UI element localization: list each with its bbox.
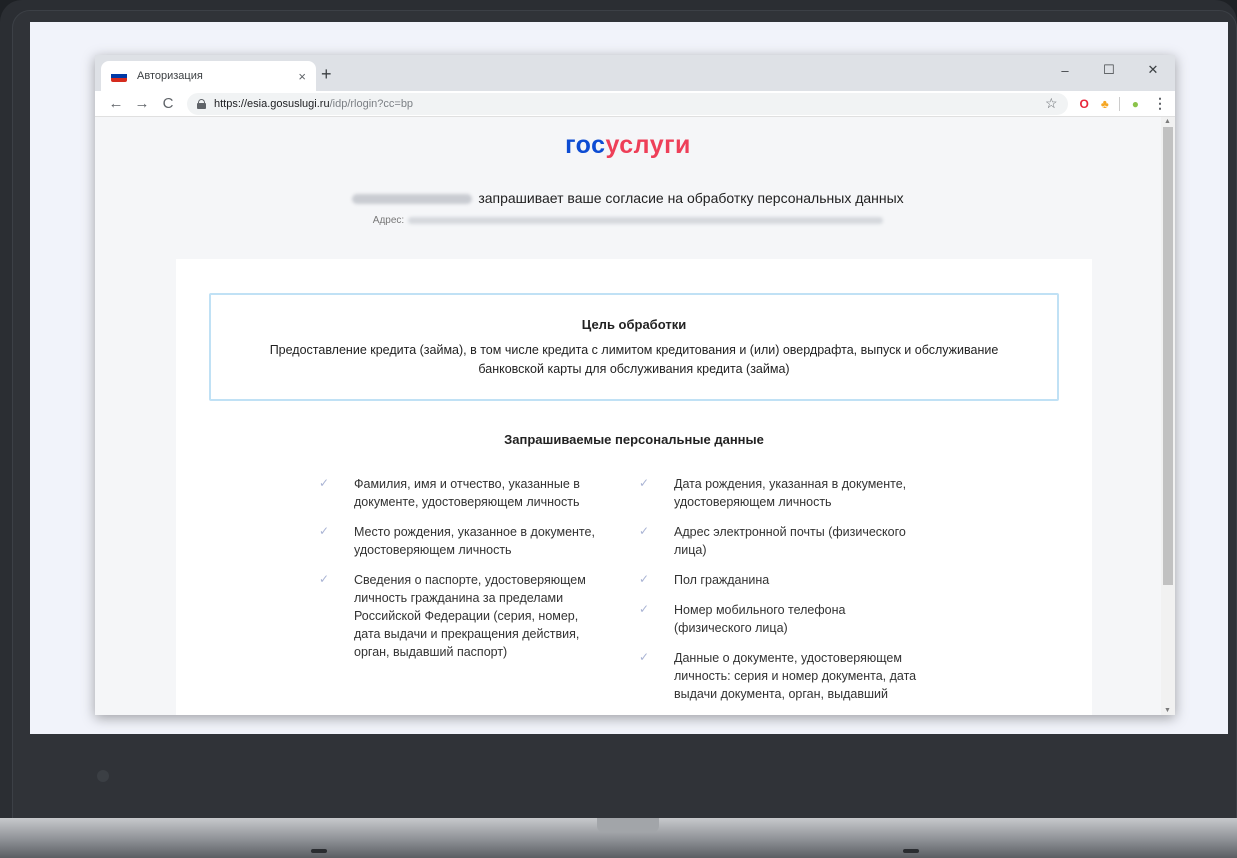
list-item: ✓ Фамилия, имя и отчество, указанные в д… [319,475,609,511]
scroll-up-arrow-icon[interactable]: ▲ [1164,118,1171,125]
bookmark-star-icon[interactable]: ☆ [1045,95,1058,112]
list-item-text: Место рождения, указанное в документе, у… [354,525,595,557]
checkmark-icon: ✓ [319,524,330,538]
url-input[interactable]: https://esia.gosuslugi.ru /idp/rlogin?cc… [187,92,1068,115]
page-viewport: госуслуги запрашивает ваше согласие на о… [95,117,1175,715]
webcam-icon [97,770,109,782]
list-item: ✓ Адрес электронной почты (физического л… [639,523,929,559]
gosuslugi-logo: госуслуги [95,131,1161,160]
logo-part-gos: гос [565,131,606,159]
list-item-text: Данные о документе, удостоверяющем лично… [674,651,917,701]
list-item-text: Дата рождения, указанная в документе, уд… [674,477,907,509]
tab-close-icon[interactable]: × [298,69,306,84]
consent-request: запрашивает ваше согласие на обработку п… [95,190,1161,206]
tab-authorization[interactable]: Авторизация × [101,61,316,91]
list-item: ✓ Номер мобильного телефона (физического… [639,601,929,637]
maximize-button[interactable]: ☐ [1087,55,1131,85]
blurred-organization-name [352,194,473,205]
checkmark-icon: ✓ [639,572,650,586]
list-item: ✓ Дата рождения, указанная в документе, … [639,475,929,511]
laptop-foot [311,849,327,853]
url-path: /idp/rlogin?cc=bp [329,97,414,110]
opera-extension-icon[interactable]: O [1080,97,1089,111]
checkmark-icon: ✓ [319,476,330,490]
list-item-text: Сведения о паспорте, удостоверяющем личн… [354,573,586,659]
checkmark-icon: ✓ [639,602,650,616]
lock-icon [197,98,206,109]
extension-icon[interactable]: ♣ [1101,97,1109,111]
organization-address: Адрес: [95,215,1161,226]
purpose-text: Предоставление кредита (займа), в том чи… [269,343,999,376]
back-button[interactable]: ← [103,95,129,112]
list-item: ✓ Данные о документе, удостоверяющем лич… [639,649,929,703]
address-bar: ← → C https://esia.gosuslugi.ru /idp/rlo… [95,91,1175,117]
requested-data-list-left: ✓ Фамилия, имя и отчество, указанные в д… [319,475,609,673]
close-window-button[interactable]: ✕ [1131,55,1175,85]
requested-data-title: Запрашиваемые персональные данные [504,432,764,447]
profile-avatar-icon[interactable]: ● [1132,97,1139,111]
checkmark-icon: ✓ [639,476,650,490]
tab-title: Авторизация [137,70,203,82]
requested-data-list-right: ✓ Дата рождения, указанная в документе, … [639,475,929,715]
list-item-text: Фамилия, имя и отчество, указанные в док… [354,477,580,509]
purpose-box: Цель обработки Предоставление кредита (з… [209,293,1059,401]
address-label: Адрес: [372,215,405,226]
laptop-foot [903,849,919,853]
scrollbar-thumb[interactable] [1163,127,1173,585]
russian-flag-icon [111,70,127,82]
purpose-title: Цель обработки [581,317,687,332]
vertical-scrollbar[interactable]: ▲ ▼ [1161,117,1175,715]
laptop-screen: Авторизация × + – ☐ ✕ ← → C https://esia… [30,22,1228,734]
list-item: ✓ Сведения о паспорте, удостоверяющем ли… [319,571,609,661]
new-tab-button[interactable]: + [321,64,332,85]
logo-part-uslugi: услуги [605,131,691,159]
minimize-button[interactable]: – [1043,55,1087,85]
browser-menu-icon[interactable]: ⋮ [1153,95,1167,112]
window-controls: – ☐ ✕ [1043,55,1175,85]
consent-text: запрашивает ваше согласие на обработку п… [478,190,904,206]
list-item: ✓ Пол гражданина [639,571,929,589]
list-item-text: Адрес электронной почты (физического лиц… [674,525,906,557]
url-host: https://esia.gosuslugi.ru [214,97,330,110]
list-item-text: Номер мобильного телефона (физического л… [674,603,846,635]
browser-window: Авторизация × + – ☐ ✕ ← → C https://esia… [95,55,1175,715]
list-item: ✓ Место рождения, указанное в документе,… [319,523,609,559]
toolbar-divider [1118,96,1120,111]
tab-bar: Авторизация × + – ☐ ✕ [95,55,1175,91]
consent-card: Цель обработки Предоставление кредита (з… [176,259,1092,715]
checkmark-icon: ✓ [639,524,650,538]
checkmark-icon: ✓ [319,572,330,586]
checkmark-icon: ✓ [639,650,650,664]
reload-button[interactable]: C [155,95,181,112]
forward-button[interactable]: → [129,95,155,112]
scroll-down-arrow-icon[interactable]: ▼ [1164,707,1171,714]
blurred-address [408,216,884,224]
laptop-notch [597,818,659,832]
list-item-text: Пол гражданина [674,573,770,587]
